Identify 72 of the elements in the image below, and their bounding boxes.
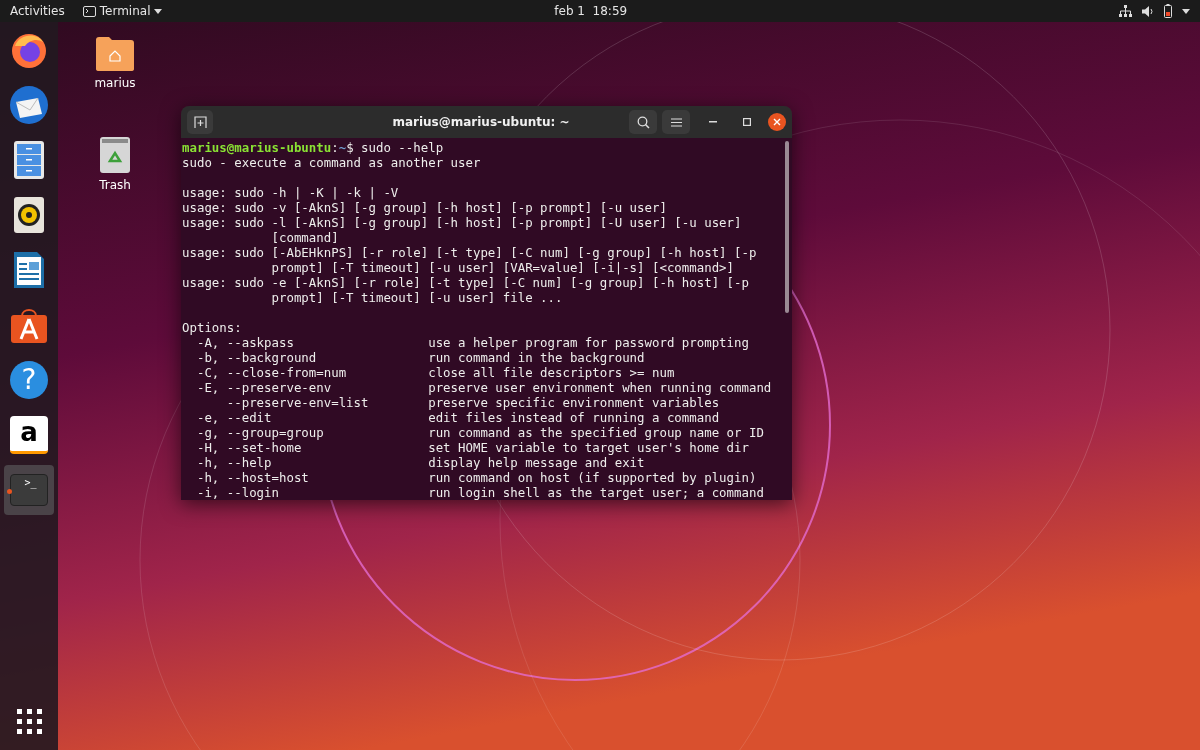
option-description: edit files instead of running a command <box>428 410 720 425</box>
store-icon: a <box>10 416 48 454</box>
battery-icon <box>1164 4 1172 18</box>
app-menu[interactable]: Terminal <box>82 2 163 20</box>
speaker-icon <box>13 196 45 234</box>
network-icon <box>1119 5 1132 17</box>
output-line: usage: sudo -v [-AknS] [-g group] [-h host] [-p prompt] [-u user] <box>182 200 667 215</box>
dock-item[interactable]: a <box>4 410 54 460</box>
clock[interactable]: feb 1 18:59 <box>554 2 628 20</box>
file-cabinet-icon <box>13 140 45 180</box>
minimize-icon <box>709 121 717 123</box>
output-line: [command] <box>270 230 339 245</box>
output-line: prompt] [-T timeout] [-u user] file ... <box>270 290 563 305</box>
dock-item[interactable]: >_ <box>4 465 54 515</box>
shopping-bag-icon <box>10 306 48 344</box>
option-description: run command in the background <box>428 350 645 365</box>
search-icon <box>636 115 650 129</box>
option-name: -H, --set-home <box>195 440 303 455</box>
option-name: -E, --preserve-env <box>195 380 333 395</box>
mail-icon <box>8 84 50 126</box>
new-tab-button[interactable] <box>187 110 213 134</box>
search-button[interactable] <box>629 110 657 134</box>
output-line: usage: sudo -l [-AknS] [-g group] [-h host] [-p prompt] [-U user] [-u user] <box>182 215 742 230</box>
option-description: display help message and exit <box>428 455 645 470</box>
option-name: -g, --group=group <box>195 425 325 440</box>
output-line: usage: sudo -e [-AknS] [-r role] [-t type] [-C num] [-g group] [-h host] [-p <box>182 275 749 290</box>
caret-icon <box>1182 8 1190 14</box>
new-tab-icon <box>193 116 207 128</box>
terminal-icon: >_ <box>10 474 48 506</box>
document-icon <box>13 251 45 289</box>
caret-icon <box>154 8 163 14</box>
option-description: run login shell as the target user; a command <box>428 485 764 500</box>
option-name: -h, --help <box>195 455 273 470</box>
volume-icon <box>1142 5 1154 17</box>
app-grid-button[interactable] <box>14 707 44 736</box>
output-line: Options: <box>182 320 242 335</box>
home-folder-icon <box>95 36 135 72</box>
desktop-icon[interactable]: Trash <box>80 136 150 194</box>
trash-icon <box>99 136 131 174</box>
output-line: sudo - execute a command as another user <box>182 155 481 170</box>
menu-button[interactable] <box>662 110 690 134</box>
prompt-line: marius@marius-ubuntu:~$ sudo --help <box>182 140 445 155</box>
option-name: -A, --askpass <box>195 335 295 350</box>
option-description: use a helper program for password prompting <box>428 335 749 350</box>
help-icon: ? <box>10 361 48 399</box>
desktop-icon-label: marius <box>94 75 136 92</box>
output-line: usage: sudo -h | -K | -k | -V <box>182 185 399 200</box>
activities-button[interactable]: Activities <box>10 2 65 20</box>
option-description: preserve specific environment variables <box>428 395 720 410</box>
desktop-icon-label: Trash <box>99 177 131 194</box>
option-name: -b, --background <box>195 350 318 365</box>
option-description: run command as the specified group name or ID <box>428 425 764 440</box>
desktop-icon[interactable]: marius <box>80 36 150 92</box>
option-name: -i, --login <box>195 485 280 500</box>
option-description: run command on host (if supported by plugin) <box>428 470 757 485</box>
scrollbar-thumb[interactable] <box>785 141 789 313</box>
output-line: prompt] [-T timeout] [-u user] [VAR=value] [-i|-s] [<command>] <box>270 260 735 275</box>
output-line: usage: sudo [-AbEHknPS] [-r role] [-t type] [-C num] [-g group] [-h host] [-p <box>182 245 757 260</box>
option-description: close all file descriptors >= num <box>428 365 675 380</box>
option-name: -h, --host=host <box>195 470 310 485</box>
option-name: -e, --edit <box>195 410 273 425</box>
window-title: marius@marius-ubuntu: ~ <box>392 114 570 131</box>
menu-icon <box>670 117 682 127</box>
option-name: --preserve-env=list <box>225 395 370 410</box>
system-menu[interactable] <box>1119 4 1190 18</box>
option-name: -C, --close-from=num <box>195 365 348 380</box>
terminal-icon <box>82 5 96 17</box>
maximize-icon <box>743 118 751 126</box>
option-description: set HOME variable to target user's home dir <box>428 440 749 455</box>
close-button[interactable] <box>768 113 786 131</box>
option-description: preserve user environment when running command <box>428 380 772 395</box>
close-icon <box>773 118 781 126</box>
